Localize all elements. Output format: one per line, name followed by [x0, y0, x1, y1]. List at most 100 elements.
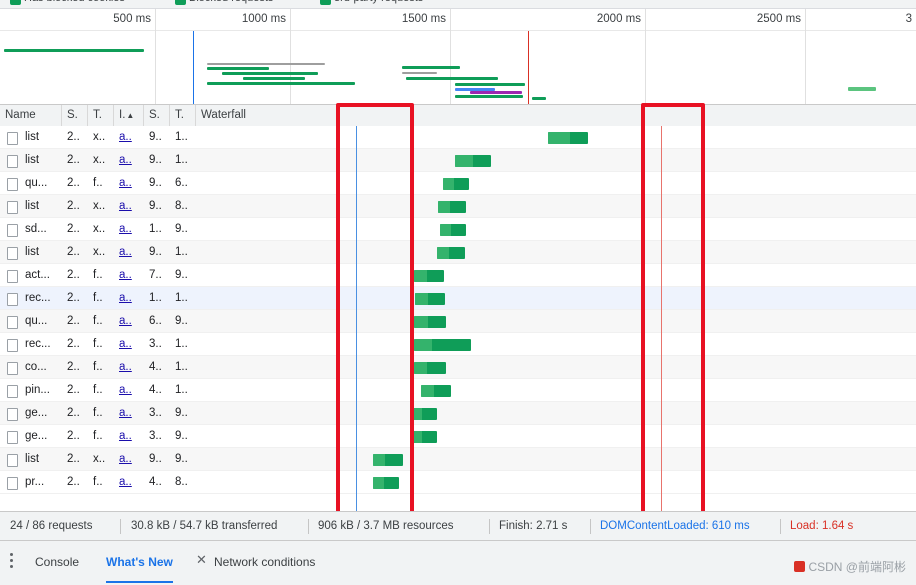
- cell-status: 2..: [67, 338, 80, 350]
- column-header-status[interactable]: S.: [62, 105, 88, 126]
- tab-whats-new[interactable]: What's New: [106, 548, 173, 583]
- cell-status: 2..: [67, 223, 80, 235]
- cell-type: x..: [93, 246, 106, 258]
- table-row[interactable]: list 2.. x.. a.. 9.. 1..: [0, 149, 916, 172]
- waterfall-bar: [455, 155, 491, 167]
- cell-status: 2..: [67, 315, 80, 327]
- table-row[interactable]: ge... 2.. f.. a.. 3.. 9..: [0, 402, 916, 425]
- cell-size: 3..: [149, 338, 162, 350]
- cell-initiator[interactable]: a..: [114, 425, 144, 448]
- cell-name: rec...: [25, 292, 51, 304]
- cell-size: 3..: [149, 407, 162, 419]
- overview-request-bar: [402, 72, 437, 74]
- cell-size: 4..: [149, 476, 162, 488]
- tab-console[interactable]: Console: [35, 548, 79, 576]
- waterfall-bar: [414, 316, 446, 328]
- table-row[interactable]: sd... 2.. x.. a.. 1.. 9..: [0, 218, 916, 241]
- cell-initiator[interactable]: a..: [114, 149, 144, 172]
- network-overview[interactable]: 500 ms 1000 ms 1500 ms 2000 ms 2500 ms 3: [0, 9, 916, 105]
- csdn-logo-icon: [794, 561, 806, 572]
- summary-transferred: 30.8 kB / 54.7 kB transferred: [131, 520, 278, 532]
- cell-initiator[interactable]: a..: [114, 379, 144, 402]
- cell-size: 9..: [149, 200, 162, 212]
- table-row[interactable]: list 2.. x.. a.. 9.. 1..: [0, 241, 916, 264]
- cell-time: 8..: [175, 200, 188, 212]
- cell-initiator[interactable]: a..: [114, 333, 144, 356]
- requests-table-body[interactable]: list 2.. x.. a.. 9.. 1.. list 2.. x.. a.…: [0, 126, 916, 511]
- column-header-name[interactable]: Name: [0, 105, 62, 126]
- document-icon: [7, 293, 18, 306]
- waterfall-bar: [411, 431, 437, 443]
- document-icon: [7, 431, 18, 444]
- document-icon: [7, 270, 18, 283]
- cell-initiator[interactable]: a..: [114, 172, 144, 195]
- cell-size: 9..: [149, 131, 162, 143]
- table-row[interactable]: list 2.. x.. a.. 9.. 8..: [0, 195, 916, 218]
- cell-initiator[interactable]: a..: [114, 402, 144, 425]
- table-row[interactable]: co... 2.. f.. a.. 4.. 1..: [0, 356, 916, 379]
- table-row[interactable]: list 2.. x.. a.. 9.. 9..: [0, 448, 916, 471]
- cell-initiator[interactable]: a..: [114, 126, 144, 149]
- table-row[interactable]: list 2.. x.. a.. 9.. 1..: [0, 126, 916, 149]
- cell-name: ge...: [25, 430, 48, 442]
- has-blocked-cookies-checkbox[interactable]: [10, 0, 21, 5]
- document-icon: [7, 316, 18, 329]
- cell-type: x..: [93, 154, 106, 166]
- cell-name: list: [25, 131, 40, 143]
- cell-status: 2..: [67, 154, 80, 166]
- table-row[interactable]: qu... 2.. f.. a.. 9.. 6..: [0, 172, 916, 195]
- cell-initiator[interactable]: a..: [114, 218, 144, 241]
- table-row[interactable]: pin... 2.. f.. a.. 4.. 1..: [0, 379, 916, 402]
- cell-initiator[interactable]: a..: [114, 471, 144, 494]
- cell-type: f..: [93, 177, 103, 189]
- document-icon: [7, 339, 18, 352]
- more-options-icon[interactable]: [10, 553, 14, 571]
- document-icon: [7, 477, 18, 490]
- cell-type: f..: [93, 430, 103, 442]
- table-row[interactable]: qu... 2.. f.. a.. 6.. 9..: [0, 310, 916, 333]
- third-party-requests-checkbox[interactable]: [320, 0, 331, 5]
- column-header-initiator[interactable]: I.▲: [114, 105, 144, 126]
- cell-type: f..: [93, 361, 103, 373]
- document-icon: [7, 385, 18, 398]
- close-icon[interactable]: ✕: [196, 553, 207, 566]
- cell-name: qu...: [25, 315, 48, 327]
- overview-tick: [290, 9, 291, 104]
- table-row[interactable]: act... 2.. f.. a.. 7.. 9..: [0, 264, 916, 287]
- cell-time: 9..: [175, 269, 188, 281]
- table-row[interactable]: rec... 2.. f.. a.. 3.. 1..: [0, 333, 916, 356]
- cell-time: 1..: [175, 338, 188, 350]
- document-icon: [7, 224, 18, 237]
- overview-load-line: [528, 31, 529, 104]
- cell-initiator[interactable]: a..: [114, 310, 144, 333]
- cell-initiator[interactable]: a..: [114, 448, 144, 471]
- cell-initiator[interactable]: a..: [114, 264, 144, 287]
- column-header-type[interactable]: T.: [88, 105, 114, 126]
- cell-name: ge...: [25, 407, 48, 419]
- table-row[interactable]: rec... 2.. f.. a.. 1.. 1..: [0, 287, 916, 310]
- requests-table-header: Name S. T. I.▲ S. T. Waterfall: [0, 105, 916, 127]
- column-header-time[interactable]: T.: [170, 105, 196, 126]
- blocked-requests-label: Blocked requests: [189, 0, 273, 4]
- cell-status: 2..: [67, 131, 80, 143]
- cell-initiator[interactable]: a..: [114, 195, 144, 218]
- overview-tick-label: 1000 ms: [241, 13, 286, 25]
- cell-initiator[interactable]: a..: [114, 241, 144, 264]
- document-icon: [7, 132, 18, 145]
- table-row[interactable]: pr... 2.. f.. a.. 4.. 8..: [0, 471, 916, 494]
- cell-type: x..: [93, 131, 106, 143]
- blocked-requests-checkbox[interactable]: [175, 0, 186, 5]
- waterfall-bar: [414, 270, 444, 282]
- column-header-size[interactable]: S.: [144, 105, 170, 126]
- cell-time: 1..: [175, 131, 188, 143]
- column-header-waterfall[interactable]: Waterfall: [196, 105, 916, 126]
- cell-type: f..: [93, 338, 103, 350]
- cell-time: 9..: [175, 430, 188, 442]
- table-row[interactable]: ge... 2.. f.. a.. 3.. 9..: [0, 425, 916, 448]
- tab-network-conditions[interactable]: Network conditions: [214, 548, 315, 576]
- overview-request-bar: [4, 49, 144, 52]
- cell-initiator[interactable]: a..: [114, 287, 144, 310]
- cell-name: rec...: [25, 338, 51, 350]
- cell-type: f..: [93, 407, 103, 419]
- cell-initiator[interactable]: a..: [114, 356, 144, 379]
